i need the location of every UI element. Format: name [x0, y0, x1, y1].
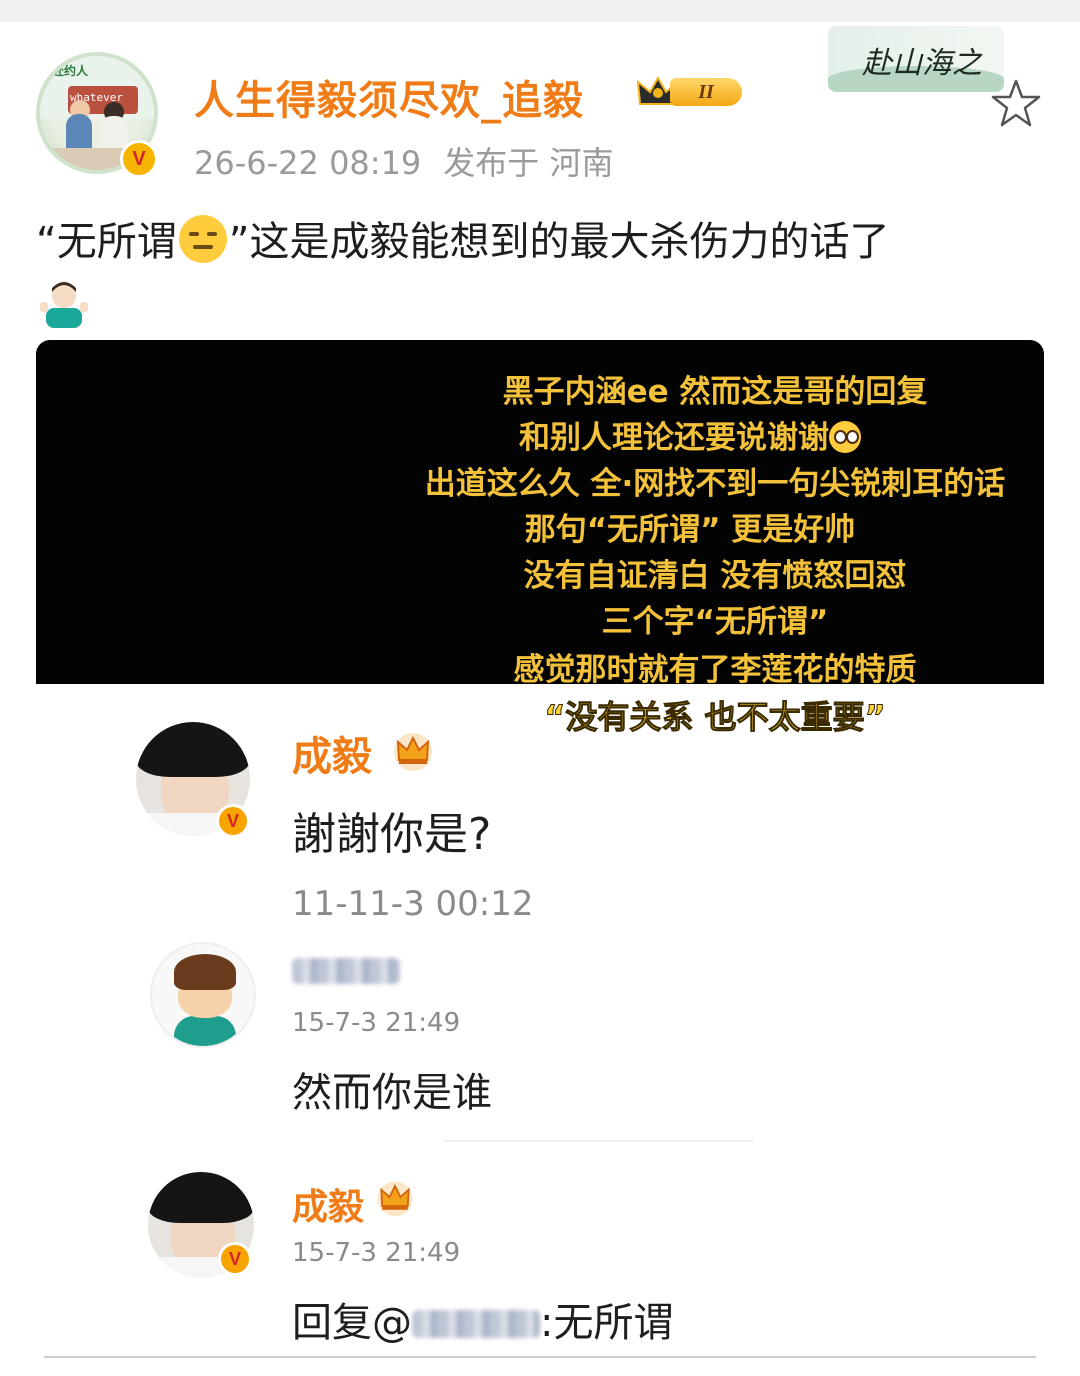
reply-prefix: 回复@ — [292, 1300, 412, 1346]
vip-badge[interactable]: II — [636, 74, 744, 110]
author-name[interactable]: 人生得毅须尽欢_追毅 — [194, 68, 584, 126]
post-text-part1: “无所谓 — [36, 219, 177, 265]
comment-body: 回复@ :无所谓 — [292, 1290, 673, 1348]
reply-suffix: :无所谓 — [540, 1300, 674, 1346]
caption-line: 出道这么久 全·网找不到一句尖锐刺耳的话 — [424, 466, 1006, 502]
star-icon[interactable] — [990, 78, 1042, 128]
divider — [44, 1356, 1036, 1358]
verified-icon: V — [218, 1242, 252, 1276]
verified-icon: V — [120, 140, 158, 178]
seal-text: 赴山海之约 — [862, 46, 982, 92]
comment-body: 謝謝你是? — [292, 809, 492, 860]
divider — [444, 1140, 754, 1142]
commenter-name[interactable]: 成毅 — [292, 724, 372, 782]
post-date: 26-6-22 08:19 — [194, 144, 422, 182]
post-text-part2: ”这是成毅能想到的最大杀伤力的话了 — [228, 219, 890, 265]
caption-line: 和别人理论还要说谢谢 — [36, 412, 1044, 457]
topic-seal-image[interactable]: 赴山海之约 — [828, 26, 1004, 92]
embedded-image[interactable]: 黑子内涵ee 然而这是哥的回复 和别人理论还要说谢谢 出道这么久 全·网找不到一… — [36, 340, 1044, 1360]
post-text: “无所谓 ”这是成毅能想到的最大杀伤力的话了 — [36, 214, 1046, 270]
comment-body: 然而你是谁 — [292, 1070, 492, 1116]
comment-time: 15-7-3 21:49 — [292, 1008, 461, 1038]
comment-time: 11-11-3 00:12 — [292, 884, 534, 924]
vip-level: II — [670, 78, 742, 106]
commenter-avatar[interactable] — [150, 942, 256, 1048]
crown-icon — [377, 1181, 413, 1217]
caption-line-text: 和别人理论还要说谢谢 — [519, 420, 829, 456]
verified-icon: V — [216, 804, 250, 838]
expressionless-emoji-icon — [178, 215, 227, 263]
caption-line: 三个字“无所谓” — [601, 604, 829, 640]
shrug-emoji-icon — [40, 282, 88, 328]
crown-icon — [394, 733, 432, 771]
caption-line: 黑子内涵ee 然而这是哥的回复 — [502, 374, 928, 410]
commenter-name[interactable]: 成毅 — [292, 1178, 364, 1230]
pleading-emoji-icon — [829, 421, 861, 453]
post-location: 发布于 河南 — [443, 144, 614, 182]
comment-time: 15-7-3 21:49 — [292, 1238, 461, 1268]
post-meta: 26-6-22 08:19 发布于 河南 — [194, 138, 613, 184]
caption-line: 那句“无所谓” 更是好帅 — [524, 512, 856, 548]
blurred-username — [292, 958, 400, 984]
caption-line: 没有自证清白 没有愤怒回怼 — [523, 558, 907, 594]
status-bar-strip — [0, 0, 1080, 22]
blurred-username — [412, 1310, 540, 1338]
caption-line: 感觉那时就有了李莲花的特质 — [513, 652, 917, 688]
